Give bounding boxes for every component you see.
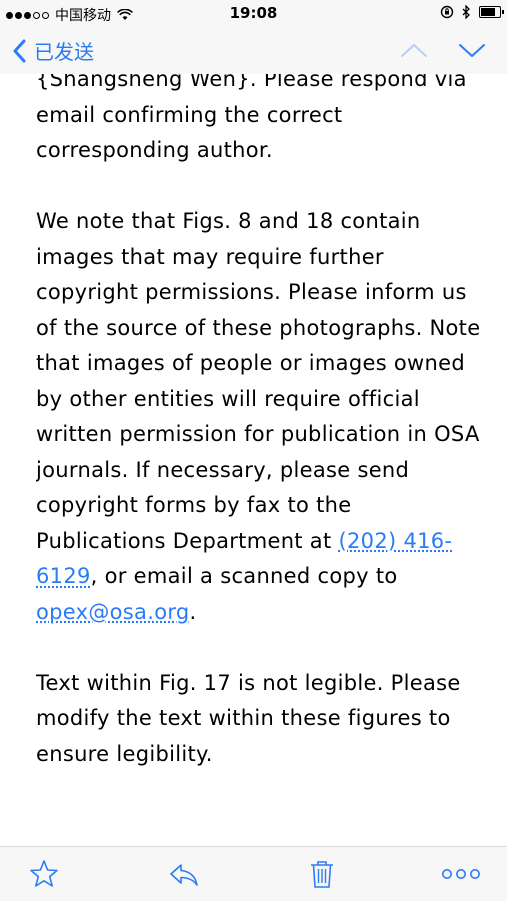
email-body: {Shangsheng Wen}. Please respond via ema…: [36, 62, 486, 842]
paragraph-permissions: We note that Figs. 8 and 18 contain imag…: [36, 204, 486, 630]
star-icon[interactable]: [28, 858, 60, 890]
back-label: 已发送: [34, 40, 94, 64]
email-link[interactable]: opex@osa.org: [36, 600, 190, 624]
paragraph-legibility: Text within Fig. 17 is not legible. Plea…: [36, 670, 461, 766]
p2-end: .: [189, 599, 197, 624]
status-right: [440, 5, 504, 19]
bottom-toolbar: [0, 846, 507, 901]
status-bar: 中国移动 19:08: [0, 0, 507, 28]
nav-bar: 已发送: [0, 28, 507, 74]
back-button[interactable]: 已发送: [12, 36, 94, 65]
p2-text-2: , or email a scanned copy to: [90, 564, 398, 588]
more-icon[interactable]: [440, 858, 482, 890]
reply-icon[interactable]: [168, 858, 200, 890]
bluetooth-icon: [462, 5, 470, 19]
battery-icon: [479, 6, 504, 18]
p2-text: We note that Figs. 8 and 18 contain imag…: [36, 209, 481, 553]
chevron-left-icon: [13, 39, 26, 62]
chevron-up-icon[interactable]: [399, 38, 429, 62]
chevron-down-icon[interactable]: [457, 38, 487, 62]
trash-icon[interactable]: [306, 858, 338, 890]
clock: 19:08: [229, 4, 278, 22]
paragraph-author: {Shangsheng Wen}. Please respond via ema…: [36, 62, 486, 169]
orientation-lock-icon: [440, 5, 454, 19]
